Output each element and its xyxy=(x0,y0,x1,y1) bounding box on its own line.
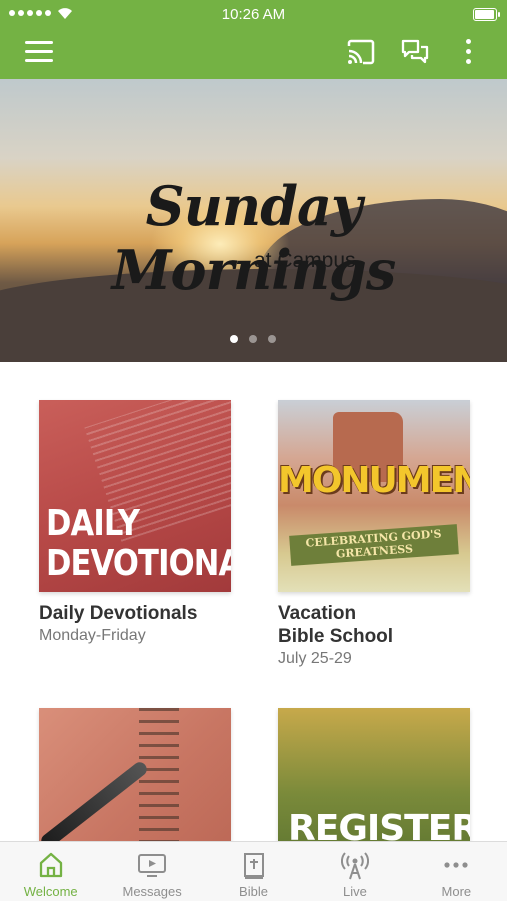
card-image: DAILYDEVOTIONALS xyxy=(39,400,231,592)
card-title: Vacation Bible School xyxy=(278,603,394,647)
tab-live[interactable]: Live xyxy=(304,842,405,901)
tab-bible[interactable]: Bible xyxy=(203,842,304,901)
carousel-dot[interactable] xyxy=(230,335,238,343)
tab-messages[interactable]: Messages xyxy=(101,842,202,901)
hamburger-menu-icon[interactable] xyxy=(25,41,53,63)
bible-icon xyxy=(243,853,264,879)
battery-icon xyxy=(473,8,500,21)
card-image-text: DAILYDEVOTIONALS xyxy=(46,503,231,584)
tab-label: Welcome xyxy=(23,884,78,899)
hero-subtitle: at Campus xyxy=(254,249,356,272)
card-vacation-bible-school[interactable]: MONUMENTAL CELEBRATING GOD'S GREATNESS V… xyxy=(278,400,470,668)
tab-bar: Welcome Messages Bible Live More xyxy=(0,841,507,901)
chat-icon[interactable] xyxy=(401,39,429,65)
cast-icon[interactable] xyxy=(346,39,376,65)
carousel-pagination[interactable] xyxy=(230,335,276,343)
app-header: 10:26 AM xyxy=(0,0,507,79)
card-subtitle: Monday-Friday xyxy=(39,627,146,644)
tv-icon xyxy=(138,854,167,877)
card-image: MONUMENTAL CELEBRATING GOD'S GREATNESS xyxy=(278,400,470,592)
card-subtitle: July 25-29 xyxy=(278,650,352,667)
card-image-text: MONUMENTAL xyxy=(278,460,470,501)
hero-banner[interactable]: Sunday Mornings at Campus xyxy=(0,79,507,362)
tab-welcome[interactable]: Welcome xyxy=(0,842,101,901)
home-icon xyxy=(39,852,62,878)
card-title: Daily Devotionals xyxy=(39,603,198,624)
status-bar: 10:26 AM xyxy=(0,0,507,28)
tab-label: Live xyxy=(342,884,367,899)
hero-title: Sunday Mornings xyxy=(111,174,396,302)
status-time: 10:26 AM xyxy=(221,6,286,23)
tab-label: Bible xyxy=(239,884,268,899)
tab-more[interactable]: More xyxy=(406,842,507,901)
more-vertical-icon[interactable] xyxy=(460,39,476,65)
carousel-dot[interactable] xyxy=(268,335,276,343)
more-horizontal-icon xyxy=(444,862,468,868)
card-daily-devotionals[interactable]: DAILYDEVOTIONALS Daily Devotionals Monda… xyxy=(39,400,231,645)
carousel-dot[interactable] xyxy=(249,335,257,343)
tab-label: Messages xyxy=(122,884,182,899)
card-image-tagline: CELEBRATING GOD'S GREATNESS xyxy=(289,524,459,566)
tab-label: More xyxy=(441,884,472,899)
broadcast-icon xyxy=(340,852,369,880)
